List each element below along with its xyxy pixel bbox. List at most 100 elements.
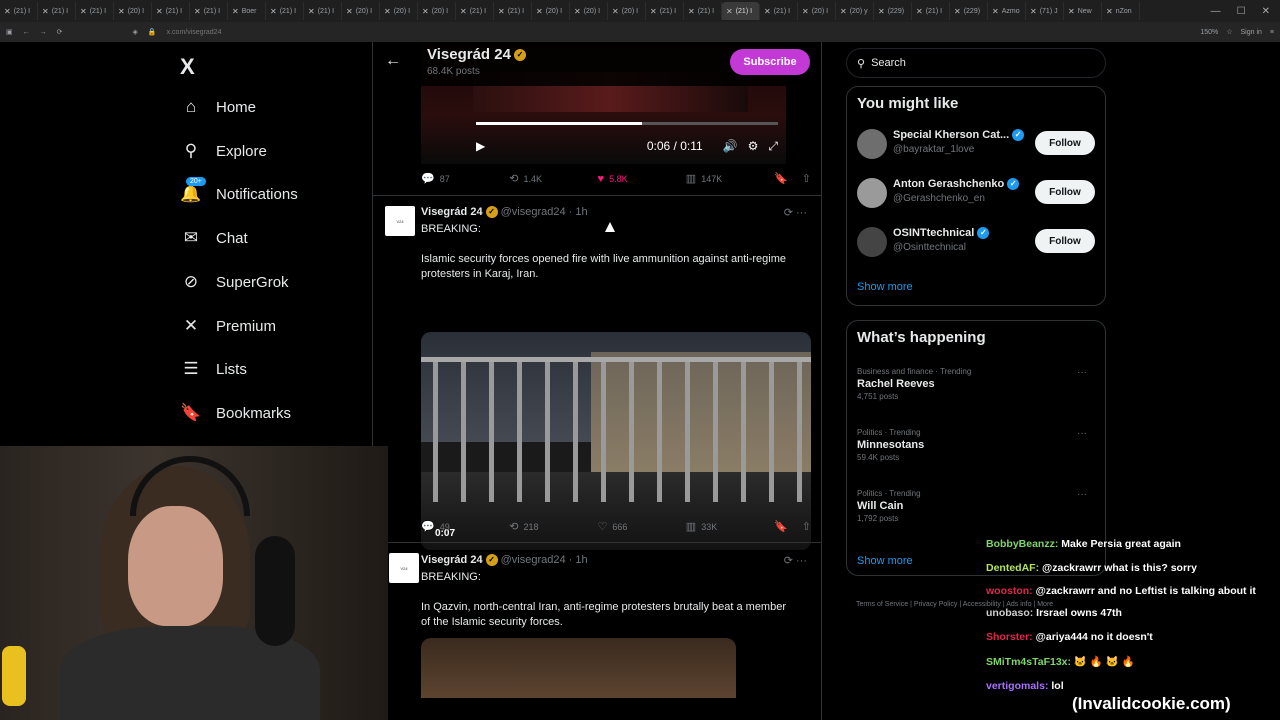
browser-tab[interactable]: ✕ (21) I	[76, 2, 114, 20]
browser-tab[interactable]: ✕ (21) I	[456, 2, 494, 20]
browser-tab[interactable]: ✕ (20) I	[532, 2, 570, 20]
browser-tab[interactable]: ✕ (229)	[874, 2, 912, 20]
volume-icon[interactable]: 🔊	[723, 139, 738, 153]
nav-explore[interactable]: ⚲ Explore	[180, 140, 267, 162]
chat-username[interactable]: Shorster:	[986, 631, 1033, 643]
chat-username[interactable]: wooston:	[986, 585, 1033, 597]
suggestion-item[interactable]: OSINTtechnical ✓ @Osinttechnical Follow	[857, 223, 1097, 263]
trend-item[interactable]: Politics · Trending Minnesotans 59.4K po…	[857, 428, 1097, 462]
browser-tab[interactable]: ✕ Azmo	[988, 2, 1026, 20]
browser-tab[interactable]: ✕ (21) I	[190, 2, 228, 20]
play-icon[interactable]: ▶	[476, 139, 485, 153]
browser-tab[interactable]: ✕ (21) I	[494, 2, 532, 20]
nav-premium[interactable]: ✕ Premium	[180, 315, 276, 337]
browser-tab[interactable]: ✕ (20) I	[380, 2, 418, 20]
search-input[interactable]: ⚲ Search	[846, 48, 1106, 78]
tweet-image[interactable]	[421, 638, 736, 698]
nav-home[interactable]: ⌂ Home	[180, 96, 256, 118]
views-count[interactable]: ▥ 147K	[686, 172, 774, 185]
avatar[interactable]	[857, 129, 887, 159]
follow-button[interactable]: Follow	[1035, 229, 1095, 253]
reply-button[interactable]: 💬 87	[421, 172, 509, 185]
sidebar-toggle-icon[interactable]: ▣	[6, 28, 13, 36]
browser-tab[interactable]: ✕ (20) I	[342, 2, 380, 20]
browser-tab[interactable]: ✕ (20) I	[798, 2, 836, 20]
like-button[interactable]: ♡ 666	[598, 520, 686, 533]
footer-link[interactable]: Terms of Service	[856, 601, 908, 608]
trend-item[interactable]: Politics · Trending Will Cain 1,792 post…	[857, 489, 1097, 523]
share-icon[interactable]: ⇧	[802, 172, 811, 185]
browser-tab[interactable]: ✕ (20) I	[608, 2, 646, 20]
address-bar[interactable]: x.com/visegrad24	[167, 29, 222, 36]
suggestion-item[interactable]: Special Kherson Cat... ✓ @bayraktar_1love…	[857, 125, 1097, 165]
reply-button[interactable]: 💬 49	[421, 520, 509, 533]
browser-tab[interactable]: ✕ (21) I	[0, 2, 38, 20]
browser-tab[interactable]: ✕ (20) y	[836, 2, 874, 20]
like-button[interactable]: ♥ 5.8K	[598, 173, 686, 185]
more-options-icon[interactable]: ···	[1077, 489, 1087, 500]
chat-username[interactable]: BobbyBeanzz:	[986, 538, 1058, 550]
tweet-author[interactable]: Visegrád 24 ✓ @visegrad24 · 1h	[421, 206, 588, 219]
nav-lists[interactable]: ☰ Lists	[180, 358, 246, 380]
shield-icon[interactable]: ◈	[133, 28, 138, 36]
more-options-icon[interactable]: ···	[1077, 428, 1087, 439]
suggestion-item[interactable]: Anton Gerashchenko ✓ @Gerashchenko_en Fol…	[857, 174, 1097, 214]
nav-notifications[interactable]: 🔔 20+ Notifications	[180, 177, 298, 205]
views-count[interactable]: ▥ 33K	[686, 520, 774, 533]
browser-tab[interactable]: ✕ (21) I	[646, 2, 684, 20]
signin-button[interactable]: Sign in	[1241, 29, 1262, 36]
more-options-icon[interactable]: ⟳ ···	[784, 554, 807, 567]
x-logo[interactable]: X	[180, 54, 195, 80]
show-more-link[interactable]: Show more	[857, 281, 913, 293]
follow-button[interactable]: Follow	[1035, 131, 1095, 155]
browser-tab[interactable]: ✕ (20) I	[570, 2, 608, 20]
back-arrow-icon[interactable]: ←	[385, 52, 401, 70]
maximize-icon[interactable]: ☐	[1237, 6, 1246, 17]
chat-username[interactable]: unobaso:	[986, 607, 1033, 619]
nav-supergrok[interactable]: ⊘ SuperGrok	[180, 271, 289, 293]
avatar[interactable]	[857, 227, 887, 257]
tweet-video[interactable]: 0:07	[421, 332, 811, 550]
browser-tab[interactable]: ✕ (21) I	[152, 2, 190, 20]
forward-nav-icon[interactable]: →	[40, 29, 47, 36]
repost-button[interactable]: ⟲ 218	[509, 520, 597, 533]
video-progress-bar[interactable]	[476, 122, 778, 125]
chat-username[interactable]: SMiTm4sTaF13x:	[986, 656, 1071, 668]
browser-tab[interactable]: ✕ (21) I	[304, 2, 342, 20]
close-icon[interactable]: ✕	[1262, 6, 1270, 17]
browser-tab[interactable]: ✕ (20) I	[418, 2, 456, 20]
browser-tab[interactable]: ✕ Boer	[228, 2, 266, 20]
tweet-author[interactable]: Visegrád 24 ✓ @visegrad24 · 1h	[421, 554, 588, 567]
window-controls[interactable]: — ☐ ✕	[1211, 6, 1280, 17]
footer-link[interactable]: Privacy Policy	[914, 601, 958, 608]
star-icon[interactable]: ☆	[1226, 28, 1232, 36]
trend-item[interactable]: Business and finance · Trending Rachel R…	[857, 367, 1097, 401]
zoom-level[interactable]: 150%	[1200, 29, 1218, 36]
nav-chat[interactable]: ✉ Chat	[180, 227, 248, 249]
browser-tab[interactable]: ✕ nZon	[1102, 2, 1140, 20]
avatar[interactable]: V24	[389, 553, 419, 583]
repost-button[interactable]: ⟲ 1.4K	[509, 172, 597, 185]
reload-icon[interactable]: ⟳	[57, 28, 63, 36]
chat-username[interactable]: DentedAF:	[986, 562, 1039, 574]
back-nav-icon[interactable]: ←	[23, 29, 30, 36]
share-icon[interactable]: ⇧	[802, 520, 811, 533]
bookmark-icon[interactable]: 🔖	[774, 520, 788, 533]
browser-tab[interactable]: ✕ (21) I	[722, 2, 760, 20]
subscribe-button[interactable]: Subscribe	[730, 49, 810, 75]
avatar[interactable]: V24	[385, 206, 415, 236]
nav-bookmarks[interactable]: 🔖 Bookmarks	[180, 402, 291, 424]
browser-tab[interactable]: ✕ (21) I	[912, 2, 950, 20]
menu-icon[interactable]: ≡	[1270, 29, 1274, 36]
bookmark-icon[interactable]: 🔖	[774, 172, 788, 185]
browser-tab[interactable]: ✕ (71) J	[1026, 2, 1064, 20]
browser-tab[interactable]: ✕ (21) I	[760, 2, 798, 20]
browser-tab[interactable]: ✕ (229)	[950, 2, 988, 20]
chat-username[interactable]: vertigomals:	[986, 680, 1048, 692]
more-options-icon[interactable]: ···	[1077, 367, 1087, 378]
settings-icon[interactable]: ⚙	[748, 139, 759, 153]
show-more-link[interactable]: Show more	[857, 555, 913, 567]
browser-tab[interactable]: ✕ (21) I	[266, 2, 304, 20]
follow-button[interactable]: Follow	[1035, 180, 1095, 204]
minimize-icon[interactable]: —	[1211, 6, 1221, 17]
